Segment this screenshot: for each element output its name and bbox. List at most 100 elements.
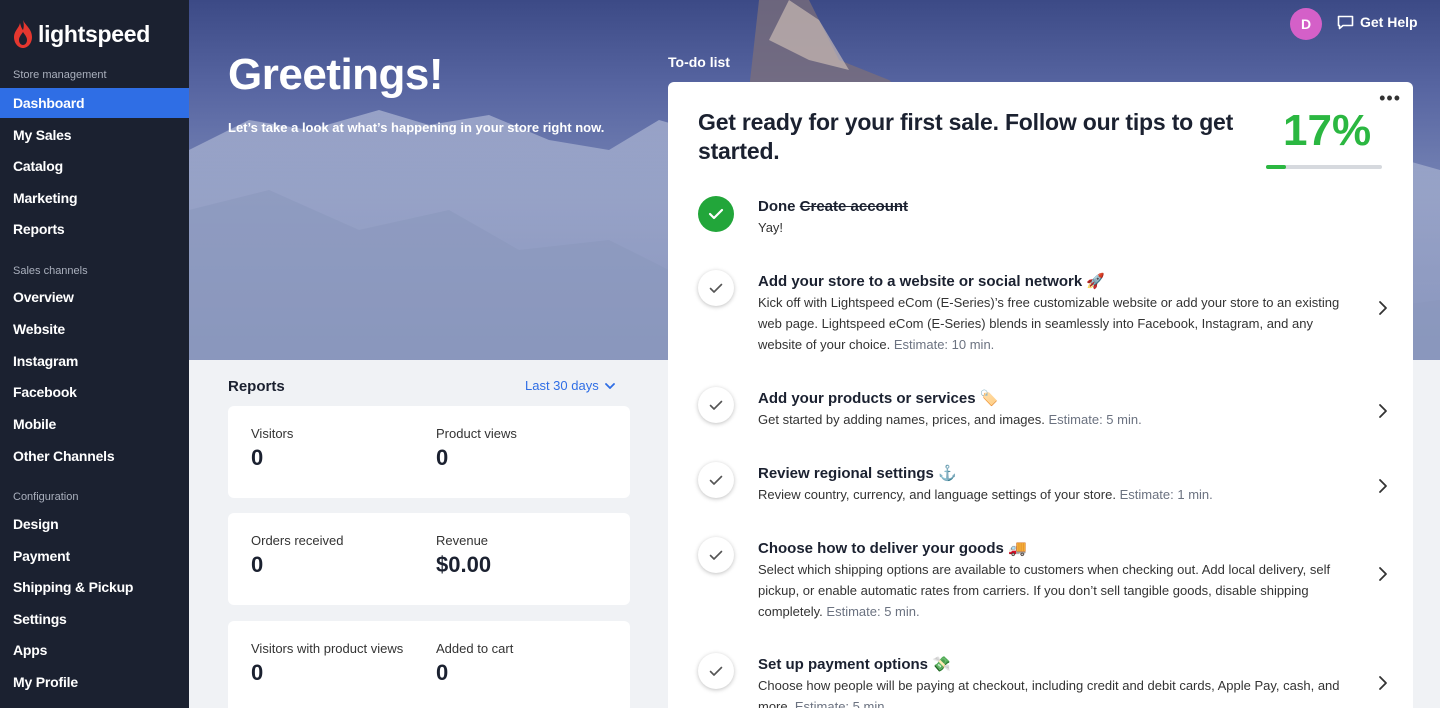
todo-task-title: Add your store to a website or social ne…	[758, 273, 1106, 290]
todo-task-title: Done Create account	[758, 198, 1358, 215]
sidebar-item-instagram[interactable]: Instagram	[0, 346, 189, 376]
todo-task-estimate: Estimate: 1 min.	[1119, 487, 1213, 502]
todo-task-title: Set up payment options 💸	[758, 656, 951, 673]
sidebar-section-title: Configuration	[13, 491, 79, 503]
todo-task-estimate: Estimate: 5 min.	[1048, 412, 1142, 427]
chevron-right-icon[interactable]	[1378, 403, 1388, 419]
sidebar-item-website[interactable]: Website	[0, 314, 189, 344]
todo-task-estimate: Estimate: 10 min.	[893, 337, 995, 352]
checkmark-icon	[698, 270, 734, 306]
metric-added-to-cart: Added to cart 0	[436, 641, 513, 686]
metric-value: 0	[251, 445, 264, 470]
todo-task-status: Done	[758, 198, 796, 215]
chevron-right-icon[interactable]	[1378, 675, 1388, 691]
checkmark-icon	[698, 537, 734, 573]
sidebar: lightspeed Store management Dashboard My S…	[0, 0, 189, 708]
get-help-label: Get Help	[1360, 14, 1418, 30]
todo-task-description: Yay!	[758, 217, 1358, 238]
sidebar-item-other-channels[interactable]: Other Channels	[0, 441, 189, 471]
todo-task-description: Choose how people will be paying at chec…	[758, 675, 1358, 708]
sidebar-item-settings[interactable]: Settings	[0, 604, 189, 634]
avatar[interactable]: D	[1290, 8, 1322, 40]
metric-label: Visitors with product views	[251, 641, 404, 656]
metric-value: 0	[436, 445, 449, 470]
metric-value: 0	[251, 660, 264, 685]
todo-task-description-text: Review country, currency, and language s…	[758, 487, 1116, 502]
todo-task-description-text: Yay!	[758, 220, 784, 235]
todo-heading: Get ready for your first sale. Follow ou…	[698, 109, 1234, 164]
checkmark-icon	[698, 653, 734, 689]
report-card: Visitors 0 Product views 0	[228, 406, 630, 498]
sidebar-item-overview[interactable]: Overview	[0, 282, 189, 312]
checkmark-icon	[698, 196, 734, 232]
sidebar-item-catalog[interactable]: Catalog	[0, 151, 189, 181]
sidebar-item-design[interactable]: Design	[0, 509, 189, 539]
get-help-button[interactable]: Get Help	[1337, 14, 1418, 30]
progress-percent: 17%	[1283, 106, 1372, 155]
todo-task-description: Review country, currency, and language s…	[758, 484, 1358, 505]
todo-task-body: Review regional settings ⚓ Review country…	[758, 464, 1358, 505]
progress-bar-fill	[1266, 165, 1286, 169]
metric-label: Added to cart	[436, 641, 514, 656]
todo-task-description: Get started by adding names, prices, and…	[758, 409, 1358, 430]
todo-task-title-text: Create account	[799, 198, 909, 215]
sidebar-item-my-profile[interactable]: My Profile	[0, 667, 189, 697]
todo-panel: ••• Get ready for your first sale. Follo…	[668, 82, 1413, 708]
flame-icon	[14, 20, 32, 48]
chevron-down-icon	[604, 382, 615, 389]
todo-task-title: Add your products or services 🏷️	[758, 390, 999, 407]
metric-visitors: Visitors 0	[251, 426, 293, 471]
page-subtitle: Let’s take a look at what’s happening in…	[228, 120, 605, 135]
brand-logo[interactable]: lightspeed	[12, 20, 150, 48]
chevron-right-icon[interactable]	[1378, 300, 1388, 316]
reports-title: Reports	[228, 378, 285, 395]
metric-value: 0	[251, 552, 264, 577]
todo-task-description-text: Kick off with Lightspeed eCom (E-Series)…	[758, 295, 1340, 352]
todo-task-body: Choose how to deliver your goods 🚚 Select…	[758, 539, 1358, 622]
todo-task-description: Kick off with Lightspeed eCom (E-Series)…	[758, 292, 1358, 355]
metric-label: Visitors	[251, 426, 294, 441]
metric-revenue: Revenue $0.00	[436, 533, 491, 578]
metric-product-views: Product views 0	[436, 426, 517, 471]
checkmark-icon	[698, 387, 734, 423]
report-card: Orders received 0 Revenue $0.00	[228, 513, 630, 605]
todo-task-title: Choose how to deliver your goods 🚚	[758, 540, 1027, 557]
metric-label: Product views	[436, 426, 517, 441]
sidebar-item-mobile[interactable]: Mobile	[0, 409, 189, 439]
date-range-dropdown[interactable]: Last 30 days	[525, 378, 615, 393]
todo-task-description-text: Get started by adding names, prices, and…	[758, 412, 1045, 427]
sidebar-item-dashboard[interactable]: Dashboard	[0, 88, 189, 118]
todo-task-estimate: Estimate: 5 min.	[794, 699, 889, 708]
todo-task-title: Review regional settings ⚓	[758, 465, 957, 482]
chevron-right-icon[interactable]	[1378, 478, 1388, 494]
brand-name: lightspeed	[38, 20, 151, 47]
report-card: Visitors with product views 0 Added to car…	[228, 621, 630, 708]
sidebar-item-apps[interactable]: Apps	[0, 635, 189, 665]
todo-task-body: Done Create account Yay!	[758, 198, 1358, 238]
metric-visitors-with-product-views: Visitors with product views 0	[251, 641, 403, 686]
todo-section-title: To-do list	[668, 54, 730, 70]
page-title: Greetings!	[228, 50, 444, 99]
sidebar-item-marketing[interactable]: Marketing	[0, 183, 189, 213]
metric-label: Orders received	[251, 533, 344, 548]
chat-icon	[1337, 15, 1354, 29]
sidebar-item-shipping-and-pickup[interactable]: Shipping & Pickup	[0, 572, 189, 602]
sidebar-item-facebook[interactable]: Facebook	[0, 377, 189, 407]
sidebar-item-reports[interactable]: Reports	[0, 214, 189, 244]
checkmark-icon	[698, 462, 734, 498]
progress-bar	[1266, 165, 1382, 169]
todo-task-estimate: Estimate: 5 min.	[826, 604, 920, 619]
more-options-icon[interactable]: •••	[1379, 88, 1401, 109]
sidebar-section-title: Sales channels	[13, 265, 88, 277]
metric-value: $0.00	[436, 552, 492, 577]
todo-task-body: Add your products or services 🏷️ Get star…	[758, 389, 1358, 430]
metric-label: Revenue	[436, 533, 489, 548]
todo-task-body: Set up payment options 💸 Choose how peopl…	[758, 655, 1358, 708]
sidebar-section-title: Store management	[13, 69, 107, 81]
sidebar-item-payment[interactable]: Payment	[0, 541, 189, 571]
todo-task-body: Add your store to a website or social ne…	[758, 272, 1358, 355]
date-range-label: Last 30 days	[525, 378, 599, 393]
chevron-right-icon[interactable]	[1378, 566, 1388, 582]
metric-value: 0	[436, 660, 449, 685]
sidebar-item-my-sales[interactable]: My Sales	[0, 120, 189, 150]
